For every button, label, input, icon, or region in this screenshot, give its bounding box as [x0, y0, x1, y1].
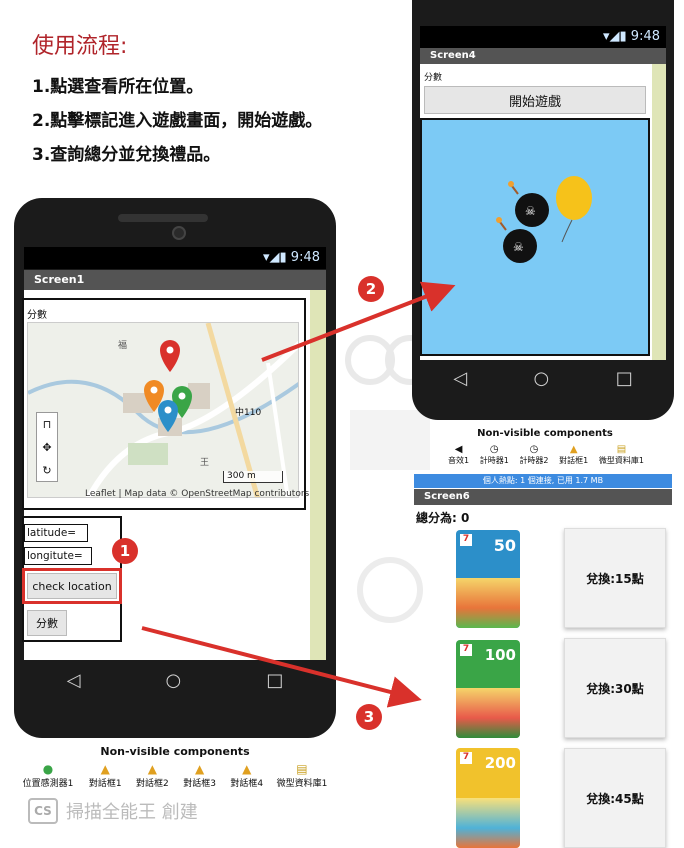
phone-right-statusbar: ▾◢▮ 9:48: [420, 26, 666, 48]
card-value: 200: [484, 754, 516, 772]
nonvisible-title-right: Non-visible components: [477, 428, 613, 439]
status-time: 9:48: [290, 250, 320, 265]
screen6-title-bar: Screen6: [414, 489, 672, 505]
home-icon[interactable]: ○: [166, 670, 182, 691]
recents-icon[interactable]: □: [266, 670, 283, 691]
gift-card-200[interactable]: 7 200: [456, 748, 520, 848]
database-icon: ▤: [296, 762, 308, 776]
rotate-icon[interactable]: ↻: [37, 459, 57, 482]
store-logo-icon: 7: [460, 752, 472, 764]
component-label: 音效1: [448, 456, 470, 465]
speaker-icon: ◀: [454, 444, 463, 455]
step-1: 1.點選查看所在位置。: [32, 77, 204, 97]
component-label: 微型資料庫1: [276, 779, 328, 789]
card-value: 100: [484, 646, 516, 664]
latitude-field[interactable]: latitude=: [24, 524, 88, 542]
scroll-strip: [310, 290, 326, 660]
recents-icon[interactable]: □: [616, 368, 633, 389]
signal-icon: ▾◢▮: [262, 250, 287, 265]
store-logo-icon: 7: [460, 534, 472, 546]
back-icon[interactable]: ◁: [453, 368, 467, 389]
bomb-icon[interactable]: ☠: [508, 181, 549, 227]
step-3: 3.查詢總分並兌換禮品。: [32, 145, 221, 165]
warning-icon: ▲: [194, 762, 205, 776]
game-canvas[interactable]: ☠ ☠: [420, 118, 650, 356]
svg-text:☠: ☠: [513, 240, 524, 254]
scanner-logo: CS: [28, 798, 58, 824]
phone-left-speaker: [118, 214, 208, 222]
start-game-button[interactable]: 開始遊戲: [424, 86, 646, 114]
step-badge-1: 1: [112, 538, 138, 564]
warning-icon: ▲: [242, 762, 252, 776]
phone-left-navbar: ◁ ○ □: [24, 660, 326, 700]
svg-text:☠: ☠: [525, 204, 536, 218]
component-label: 對話框1: [88, 779, 122, 789]
nonvisible-title-left: Non-visible components: [100, 745, 250, 758]
lock-icon[interactable]: ⊓: [37, 413, 57, 436]
marker-blue[interactable]: [158, 400, 178, 432]
screen-title-bar: Screen4: [420, 48, 666, 64]
card-illustration: [456, 798, 520, 848]
step-2: 2.點擊標記進入遊戲畫面，開始遊戲。: [32, 111, 323, 131]
back-icon[interactable]: ◁: [67, 670, 81, 691]
gift-card-50[interactable]: 7 50: [456, 530, 520, 628]
redeem-button-45[interactable]: 兌換:45點: [564, 748, 666, 848]
database-icon: ▤: [616, 444, 627, 455]
component-label: 計時器1: [479, 456, 509, 465]
map-markers: [144, 340, 192, 432]
step-badge-3: 3: [356, 704, 382, 730]
signal-icon: ▾◢▮: [602, 29, 627, 44]
clock-icon: ◷: [489, 444, 499, 455]
game-sprites: ☠ ☠: [496, 176, 592, 263]
step-badge-2: 2: [358, 276, 384, 302]
check-location-button[interactable]: check location: [27, 573, 117, 599]
map-controls: ⊓ ✥ ↻: [36, 412, 58, 482]
redeem-button-15[interactable]: 兌換:15點: [564, 528, 666, 628]
score-button[interactable]: 分數: [27, 610, 67, 636]
phone-left-camera: [172, 226, 186, 240]
warning-icon: ▲: [147, 762, 157, 776]
home-icon[interactable]: ○: [534, 368, 550, 389]
map-road-label: 中110: [235, 408, 262, 418]
card-value: 50: [493, 536, 516, 555]
clock-icon: ◷: [529, 444, 539, 455]
map-place-label: 福: [118, 341, 128, 351]
screen-title-bar: Screen1: [24, 270, 326, 290]
component-label: 對話框4: [230, 779, 264, 789]
warning-icon: ▲: [100, 762, 110, 776]
component-label: 位置感測器1: [22, 779, 74, 789]
total-score: 總分為: 0: [416, 511, 470, 525]
score-label: 分數: [424, 73, 443, 83]
component-label: 對話框2: [136, 779, 169, 789]
marker-red[interactable]: [160, 340, 180, 372]
component-label: 微型資料庫1: [598, 456, 644, 465]
balloon-icon[interactable]: [556, 176, 592, 243]
redeem-button-30[interactable]: 兌換:30點: [564, 638, 666, 738]
warning-icon: ▲: [569, 444, 578, 455]
phone-left-statusbar: ▾◢▮ 9:48: [24, 247, 326, 269]
status-time: 9:48: [630, 29, 660, 44]
hotspot-status-bar: 個人熱點: 1 個連接, 已用 1.7 MB: [414, 474, 672, 488]
component-label: 對話框1: [559, 456, 589, 465]
component-label: 計時器2: [519, 456, 549, 465]
gift-card-100[interactable]: 7 100: [456, 640, 520, 738]
nonvisible-list-left: ● 位置感測器1 ▲ 對話框1 ▲ 對話框2 ▲ 對話框3 ▲ 對話框4 ▤ 微型資料庫1: [16, 762, 332, 796]
component-label: 對話框3: [183, 779, 216, 789]
phone-right-navbar: ◁ ○ □: [420, 360, 666, 396]
nonvisible-list-right: ◀ 音效1 ◷ 計時器1 ◷ 計時器2 ▲ 對話框1 ▤ 微型資料庫1: [448, 444, 644, 468]
store-logo-icon: 7: [460, 644, 472, 656]
score-label: 分數: [27, 310, 47, 321]
map-scale: 300 m: [223, 471, 283, 483]
card-illustration: [456, 578, 520, 628]
map-place-label-2: 王: [200, 458, 210, 468]
card-illustration: [456, 688, 520, 738]
instructions-title: 使用流程:: [32, 34, 128, 59]
map-attribution[interactable]: Leaflet | Map data © OpenStreetMap contr…: [85, 489, 309, 499]
scroll-strip: [652, 64, 666, 360]
move-icon[interactable]: ✥: [37, 436, 57, 459]
location-sensor-icon: ●: [42, 762, 54, 776]
longitude-field[interactable]: longitute=: [24, 547, 92, 565]
watermark-text: 掃描全能王 創建: [66, 802, 198, 823]
